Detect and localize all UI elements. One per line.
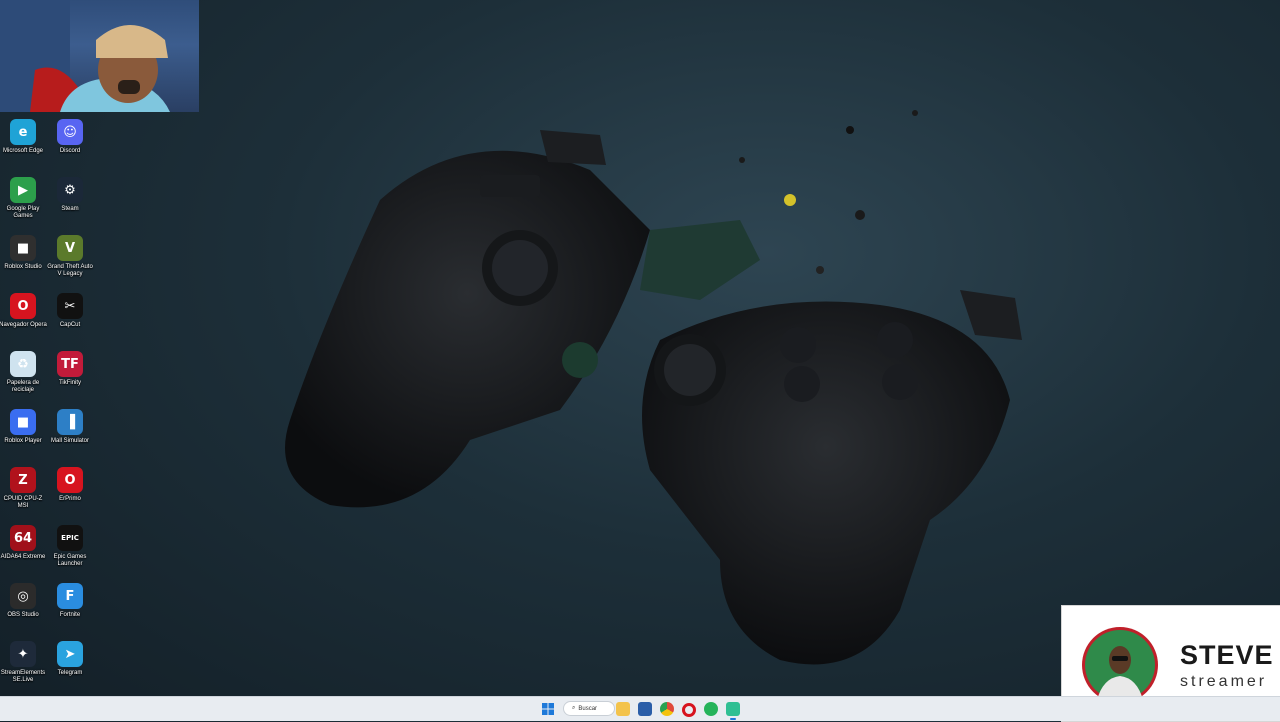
telegram-icon: ➤ xyxy=(57,641,83,667)
desktop-icon-label: Google Play Games xyxy=(6,206,40,219)
desktop-icon-label: Roblox Studio xyxy=(4,264,42,270)
desktop-icon-label: CapCut xyxy=(59,322,81,328)
desktop-icon-label: Discord xyxy=(59,148,81,154)
app-window-icon[interactable] xyxy=(638,702,652,716)
desktop-icon-label: Steam xyxy=(61,206,79,212)
whatsapp-icon[interactable] xyxy=(704,702,718,716)
streamer-avatar xyxy=(1082,627,1158,703)
streamlabs-icon[interactable] xyxy=(726,702,740,716)
desktop-icon[interactable]: ■ Roblox Player xyxy=(0,406,46,464)
desktop-icon-label: OBS Studio xyxy=(7,612,39,618)
desktop-icon-label: Epic Games Launcher xyxy=(53,554,87,567)
desktop-icon[interactable]: Z CPUID CPU-Z MSI xyxy=(0,464,46,522)
folder-icon[interactable] xyxy=(616,702,630,716)
opera-icon: O xyxy=(10,293,36,319)
streamer-photo xyxy=(1085,630,1155,700)
desktop-icon-label: AIDA64 Extreme xyxy=(0,554,46,560)
desktop-icon[interactable]: ■ Roblox Studio xyxy=(0,232,46,290)
desktop-icon[interactable]: 64 AIDA64 Extreme xyxy=(0,522,46,580)
desktop-icon-label: ErPrimo xyxy=(59,496,81,502)
desktop-icon[interactable]: ☺ Discord xyxy=(47,116,93,174)
desktop-icon[interactable]: ▐ Mall Simulator xyxy=(47,406,93,464)
opera-icon[interactable] xyxy=(682,703,696,717)
desktop-icon[interactable]: ➤ Telegram xyxy=(47,638,93,696)
cpuz-icon: Z xyxy=(10,467,36,493)
streamer-name: STEVE xyxy=(1180,640,1274,670)
recycle-bin-icon: ♻ xyxy=(10,351,36,377)
google-play-games-icon: ▶ xyxy=(10,177,36,203)
desktop-icon-label: Microsoft Edge xyxy=(2,148,44,154)
taskbar: ⌕ Buscar xyxy=(0,696,1280,721)
desktop-icon-label: Mall Simulator xyxy=(50,438,89,444)
capcut-icon: ✂ xyxy=(57,293,83,319)
desktop-icon-label: Telegram xyxy=(57,670,83,676)
desktop-icon[interactable]: EPIC Epic Games Launcher xyxy=(47,522,93,580)
erprimo-icon: O xyxy=(57,467,83,493)
desktop-icon[interactable]: ✦ StreamElements SE.Live xyxy=(0,638,46,696)
streamelements-icon: ✦ xyxy=(10,641,36,667)
desktop-icon[interactable]: ◎ OBS Studio xyxy=(0,580,46,638)
windows-start-icon[interactable] xyxy=(541,702,555,716)
desktop-icon[interactable]: ▶ Google Play Games xyxy=(0,174,46,232)
streamer-role: streamer xyxy=(1180,673,1268,690)
fortnite-icon: F xyxy=(57,583,83,609)
gta-v-icon: V xyxy=(57,235,83,261)
roblox-studio-icon: ■ xyxy=(10,235,36,261)
desktop-icon[interactable]: F Fortnite xyxy=(47,580,93,638)
desktop-icon-label: Navegador Opera xyxy=(0,322,47,328)
mall-simulator-icon: ▐ xyxy=(57,409,83,435)
desktop-icon-label: Roblox Player xyxy=(4,438,42,444)
desktop-icon[interactable]: e Microsoft Edge xyxy=(0,116,46,174)
desktop-icon-label: CPUID CPU-Z MSI xyxy=(3,496,43,509)
discord-icon: ☺ xyxy=(57,119,83,145)
taskbar-search-box[interactable]: ⌕ Buscar xyxy=(563,701,615,716)
desktop-icon[interactable]: V Grand Theft Auto V Legacy xyxy=(47,232,93,290)
obs-icon: ◎ xyxy=(10,583,36,609)
aida64-icon: 64 xyxy=(10,525,36,551)
roblox-player-icon: ■ xyxy=(10,409,36,435)
desktop-icon[interactable]: ⚙ Steam xyxy=(47,174,93,232)
desktop-icon[interactable]: ♻ Papelera de reciclaje xyxy=(0,348,46,406)
desktop-icon[interactable]: O ErPrimo xyxy=(47,464,93,522)
desktop-icon[interactable]: TF TikFinity xyxy=(47,348,93,406)
desktop-icon-label: Papelera de reciclaje xyxy=(6,380,40,393)
edge-icon: e xyxy=(10,119,36,145)
desktop-icon-label: Fortnite xyxy=(59,612,81,618)
epic-games-icon: EPIC xyxy=(57,525,83,551)
steam-icon: ⚙ xyxy=(57,177,83,203)
desktop-icon[interactable]: O Navegador Opera xyxy=(0,290,47,348)
desktop-icon[interactable]: ✂ CapCut xyxy=(47,290,93,348)
search-icon: ⌕ xyxy=(572,705,576,711)
desktop-icon-label: Grand Theft Auto V Legacy xyxy=(47,264,93,277)
webcam-person xyxy=(0,0,170,112)
webcam-overlay xyxy=(0,0,199,112)
chrome-icon[interactable] xyxy=(660,702,674,716)
search-label: Buscar xyxy=(578,705,598,712)
desktop-icon-label: StreamElements SE.Live xyxy=(0,670,46,683)
desktop-icon-label: TikFinity xyxy=(58,380,82,386)
tikfinity-icon: TF xyxy=(57,351,83,377)
